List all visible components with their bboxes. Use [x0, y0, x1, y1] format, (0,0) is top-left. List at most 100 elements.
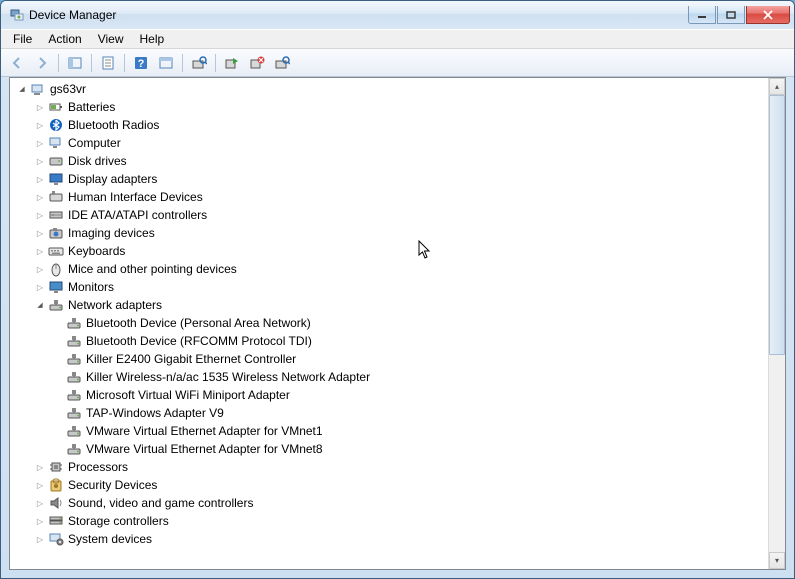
ide-icon: [48, 207, 64, 223]
expand-icon[interactable]: [32, 459, 48, 475]
back-button[interactable]: [5, 52, 29, 74]
network-icon: [66, 423, 82, 439]
tree-node-label: Bluetooth Device (RFCOMM Protocol TDI): [86, 334, 312, 348]
mouse-icon: [48, 261, 64, 277]
collapse-icon[interactable]: [32, 297, 48, 313]
forward-button[interactable]: [30, 52, 54, 74]
tree-category-imaging[interactable]: Imaging devices: [12, 224, 766, 242]
expand-icon[interactable]: [32, 495, 48, 511]
window-controls: [688, 6, 790, 24]
menu-file[interactable]: File: [5, 30, 40, 48]
tree-category-storage[interactable]: Storage controllers: [12, 512, 766, 530]
tree-category-display[interactable]: Display adapters: [12, 170, 766, 188]
tree-device-node[interactable]: Killer E2400 Gigabit Ethernet Controller: [12, 350, 766, 368]
minimize-button[interactable]: [688, 6, 716, 24]
svg-text:?: ?: [138, 58, 145, 70]
tree-category-ide[interactable]: IDE ATA/ATAPI controllers: [12, 206, 766, 224]
tree-spacer: [50, 333, 66, 349]
action-button[interactable]: [154, 52, 178, 74]
tree-category-disk[interactable]: Disk drives: [12, 152, 766, 170]
tree-node-label: Security Devices: [68, 478, 157, 492]
expand-icon[interactable]: [32, 207, 48, 223]
expand-icon[interactable]: [32, 171, 48, 187]
network-icon: [66, 405, 82, 421]
titlebar[interactable]: Device Manager: [1, 1, 794, 29]
tree-node-label: Sound, video and game controllers: [68, 496, 253, 510]
tree-device-node[interactable]: TAP-Windows Adapter V9: [12, 404, 766, 422]
tree-device-node[interactable]: VMware Virtual Ethernet Adapter for VMne…: [12, 422, 766, 440]
tree-category-sound[interactable]: Sound, video and game controllers: [12, 494, 766, 512]
tree-category-network[interactable]: Network adapters: [12, 296, 766, 314]
tree-category-system[interactable]: System devices: [12, 530, 766, 548]
tree-node-label: Killer Wireless-n/a/ac 1535 Wireless Net…: [86, 370, 370, 384]
device-manager-window: Device Manager File Action View Help ?: [0, 0, 795, 579]
expand-icon[interactable]: [32, 117, 48, 133]
show-hide-tree-button[interactable]: [63, 52, 87, 74]
expand-icon[interactable]: [32, 153, 48, 169]
expand-icon[interactable]: [32, 243, 48, 259]
tree-node-label: Bluetooth Device (Personal Area Network): [86, 316, 311, 330]
tree-category-bluetooth[interactable]: Bluetooth Radios: [12, 116, 766, 134]
tree-node-label: IDE ATA/ATAPI controllers: [68, 208, 207, 222]
toolbar-separator: [124, 54, 125, 72]
tree-category-battery[interactable]: Batteries: [12, 98, 766, 116]
scroll-thumb[interactable]: [769, 95, 785, 355]
network-icon: [66, 369, 82, 385]
tree-category-mouse[interactable]: Mice and other pointing devices: [12, 260, 766, 278]
tree-node-label: gs63vr: [50, 82, 86, 96]
cpu-icon: [48, 459, 64, 475]
expand-icon[interactable]: [32, 99, 48, 115]
tree-node-label: TAP-Windows Adapter V9: [86, 406, 224, 420]
tree-device-node[interactable]: VMware Virtual Ethernet Adapter for VMne…: [12, 440, 766, 458]
menu-action[interactable]: Action: [40, 30, 89, 48]
tree-node-label: Monitors: [68, 280, 114, 294]
tree-root-node[interactable]: gs63vr: [12, 80, 766, 98]
tree-node-label: VMware Virtual Ethernet Adapter for VMne…: [86, 424, 323, 438]
device-tree[interactable]: gs63vr Batteries Bluetooth Radios Computer D…: [10, 78, 768, 569]
tree-device-node[interactable]: Microsoft Virtual WiFi Miniport Adapter: [12, 386, 766, 404]
tree-node-label: Keyboards: [68, 244, 125, 258]
scroll-up-button[interactable]: ▴: [769, 78, 785, 95]
tree-node-label: Computer: [68, 136, 121, 150]
tree-category-hid[interactable]: Human Interface Devices: [12, 188, 766, 206]
expand-icon[interactable]: [32, 189, 48, 205]
expand-icon[interactable]: [32, 261, 48, 277]
tree-category-keyboard[interactable]: Keyboards: [12, 242, 766, 260]
expand-icon[interactable]: [32, 531, 48, 547]
tree-device-node[interactable]: Bluetooth Device (RFCOMM Protocol TDI): [12, 332, 766, 350]
maximize-button[interactable]: [717, 6, 745, 24]
scroll-down-button[interactable]: ▾: [769, 552, 785, 569]
tree-category-security[interactable]: Security Devices: [12, 476, 766, 494]
tree-category-monitor[interactable]: Monitors: [12, 278, 766, 296]
expand-icon[interactable]: [32, 225, 48, 241]
tree-category-computer[interactable]: Computer: [12, 134, 766, 152]
display-icon: [48, 171, 64, 187]
tree-node-label: Batteries: [68, 100, 115, 114]
help-button[interactable]: ?: [129, 52, 153, 74]
close-button[interactable]: [746, 6, 790, 24]
uninstall-button[interactable]: [245, 52, 269, 74]
tree-node-label: Killer E2400 Gigabit Ethernet Controller: [86, 352, 296, 366]
tree-spacer: [50, 369, 66, 385]
tree-category-cpu[interactable]: Processors: [12, 458, 766, 476]
network-icon: [66, 441, 82, 457]
expand-icon[interactable]: [32, 513, 48, 529]
expand-icon[interactable]: [32, 135, 48, 151]
tree-device-node[interactable]: Killer Wireless-n/a/ac 1535 Wireless Net…: [12, 368, 766, 386]
menu-view[interactable]: View: [90, 30, 132, 48]
tree-node-label: Imaging devices: [68, 226, 155, 240]
tree-device-node[interactable]: Bluetooth Device (Personal Area Network): [12, 314, 766, 332]
battery-icon: [48, 99, 64, 115]
properties-button[interactable]: [96, 52, 120, 74]
update-driver-button[interactable]: [270, 52, 294, 74]
tree-node-label: Storage controllers: [68, 514, 169, 528]
expand-icon[interactable]: [32, 477, 48, 493]
vertical-scrollbar[interactable]: ▴ ▾: [768, 78, 785, 569]
tree-node-label: Microsoft Virtual WiFi Miniport Adapter: [86, 388, 290, 402]
collapse-icon[interactable]: [14, 81, 30, 97]
enable-button[interactable]: [220, 52, 244, 74]
tree-node-label: Display adapters: [68, 172, 157, 186]
scan-hardware-button[interactable]: [187, 52, 211, 74]
expand-icon[interactable]: [32, 279, 48, 295]
menu-help[interactable]: Help: [132, 30, 173, 48]
